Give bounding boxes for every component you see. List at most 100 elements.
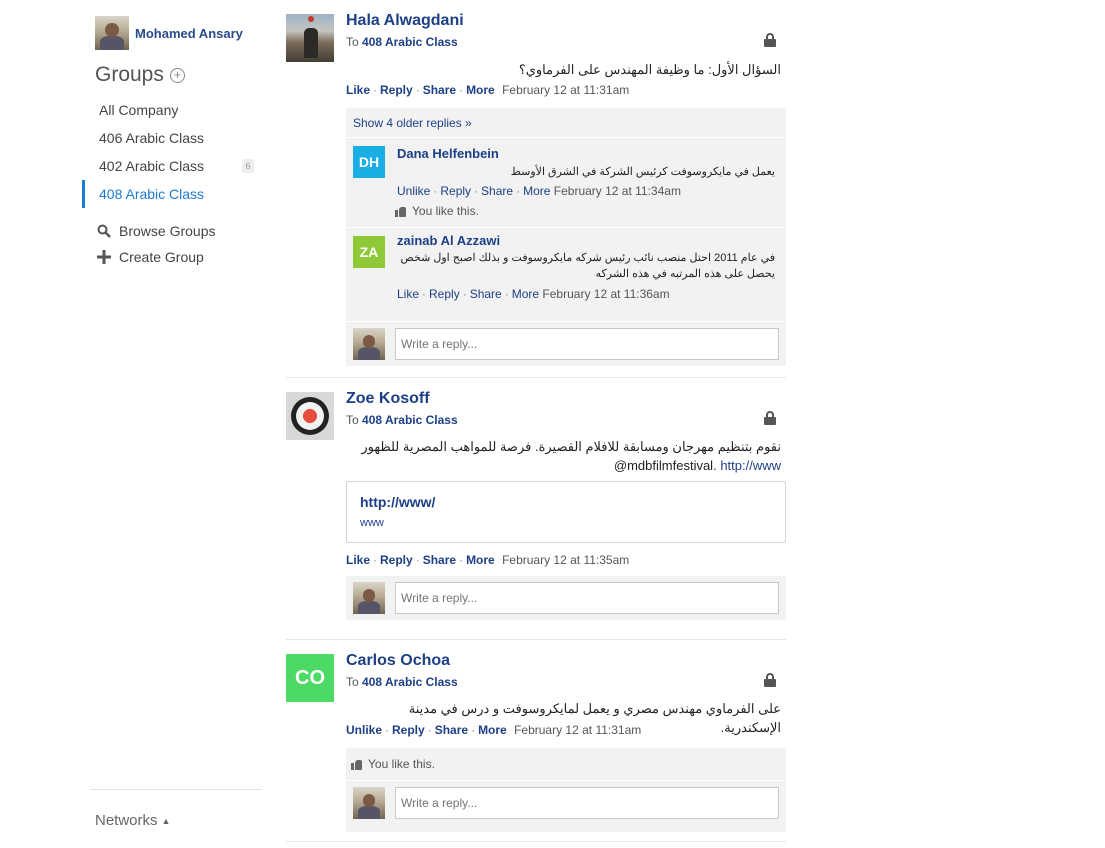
author-name[interactable]: Carlos Ochoa <box>346 652 450 670</box>
share-button[interactable]: Share <box>423 553 456 567</box>
add-group-icon[interactable]: + <box>169 67 185 83</box>
thread-carlos-ochoa: CO Carlos Ochoa To 408 Arabic Class على … <box>286 652 786 832</box>
reply-composer <box>346 576 786 620</box>
lock-icon <box>764 673 776 687</box>
browse-groups-label: Browse Groups <box>119 223 216 239</box>
group-link[interactable]: 408 Arabic Class <box>362 413 458 427</box>
user-name[interactable]: Mohamed Ansary <box>135 26 243 41</box>
timestamp[interactable]: February 12 at 11:35am <box>502 553 629 567</box>
like-button[interactable]: Like <box>346 553 370 567</box>
replies-panel: Show 4 older replies » DH Dana Helfenbei… <box>346 108 786 366</box>
avatar[interactable] <box>286 392 334 440</box>
group-link[interactable]: 408 Arabic Class <box>362 35 458 49</box>
reply-input[interactable] <box>395 787 779 819</box>
more-button[interactable]: More <box>466 83 495 97</box>
author-name[interactable]: Hala Alwagdani <box>346 12 464 30</box>
groups-heading: Groups + <box>95 63 185 87</box>
timestamp[interactable]: February 12 at 11:31am <box>514 723 641 737</box>
more-button[interactable]: More <box>512 287 539 301</box>
reply-button[interactable]: Reply <box>429 287 460 301</box>
thread-zoe-kosoff: Zoe Kosoff To 408 Arabic Class نقوم بتنظ… <box>286 390 786 628</box>
to-prefix: To <box>346 35 359 49</box>
message-line: @mdbfilmfestival. http://www <box>346 456 781 475</box>
share-button[interactable]: Share <box>481 184 513 198</box>
sidebar-item-402-arabic-class[interactable]: 402 Arabic Class 6 <box>82 152 262 180</box>
replies-panel <box>346 576 786 620</box>
timestamp[interactable]: February 12 at 11:34am <box>554 184 681 198</box>
current-user[interactable]: Mohamed Ansary <box>95 16 243 50</box>
avatar <box>353 328 385 360</box>
more-button[interactable]: More <box>466 553 495 567</box>
avatar[interactable]: CO <box>286 654 334 702</box>
reply-body-line: في عام 2011 احتل منصب نائب رئيس شركه ماي… <box>400 252 775 264</box>
sidebar-item-label: 406 Arabic Class <box>99 130 205 146</box>
more-button[interactable]: More <box>478 723 507 737</box>
reply-author-name[interactable]: Dana Helfenbein <box>397 146 499 161</box>
reply-button[interactable]: Reply <box>380 83 413 97</box>
reply-body-line: يحصل على هذه المرتبه في هذه الشركه <box>595 268 775 280</box>
sidebar-item-label: 408 Arabic Class <box>99 186 205 202</box>
message-actions: Like · Reply · Share · More February 12 at 11:… <box>346 83 630 97</box>
timestamp[interactable]: February 12 at 11:31am <box>502 83 629 97</box>
link-preview-host[interactable]: www <box>360 517 384 529</box>
divider <box>286 377 786 378</box>
like-button[interactable]: Like <box>346 83 370 97</box>
create-group-link[interactable]: Create Group <box>96 244 215 270</box>
avatar[interactable]: ZA <box>353 236 385 268</box>
sidebar-item-408-arabic-class[interactable]: 408 Arabic Class <box>82 180 262 208</box>
share-button[interactable]: Share <box>423 83 456 97</box>
reply-composer <box>346 781 786 825</box>
message-link[interactable]: http://www <box>720 458 781 473</box>
networks-menu[interactable]: Networks ▲ <box>95 812 170 829</box>
share-button[interactable]: Share <box>435 723 468 737</box>
share-button[interactable]: Share <box>470 287 502 301</box>
link-preview-card[interactable]: http://www/ www <box>346 481 786 543</box>
avatar[interactable] <box>286 14 334 62</box>
recipient-line: To 408 Arabic Class <box>346 675 458 689</box>
reply-button[interactable]: Reply <box>392 723 425 737</box>
message-body: نقوم بتنظيم مهرجان ومسابقة للافلام القصي… <box>346 437 781 475</box>
browse-groups-link[interactable]: Browse Groups <box>96 218 215 244</box>
sidebar-item-label: All Company <box>99 102 179 118</box>
group-list: All Company 406 Arabic Class 402 Arabic … <box>82 96 262 208</box>
reply-body: في عام 2011 احتل منصب نائب رئيس شركه ماي… <box>397 250 775 282</box>
likes-text: You like this. <box>368 757 435 771</box>
thumbs-up-icon <box>395 206 406 217</box>
to-prefix: To <box>346 413 359 427</box>
reply-button[interactable]: Reply <box>380 553 413 567</box>
likes-line: You like this. <box>351 757 435 771</box>
group-link[interactable]: 408 Arabic Class <box>362 675 458 689</box>
replies-panel: You like this. <box>346 748 786 832</box>
sidebar-item-406-arabic-class[interactable]: 406 Arabic Class <box>82 124 262 152</box>
avatar[interactable]: DH <box>353 146 385 178</box>
avatar <box>353 582 385 614</box>
reply-input[interactable] <box>395 582 779 614</box>
message-body: السؤال الأول: ما وظيفة المهندس على الفرم… <box>518 62 781 77</box>
unlike-button[interactable]: Unlike <box>346 723 382 737</box>
reply-dana-helfenbein: DH Dana Helfenbein يعمل في مايكروسوفت كر… <box>346 138 786 224</box>
likes-text: You like this. <box>412 204 479 218</box>
networks-label: Networks <box>95 812 158 829</box>
message-actions: Unlike · Reply · Share · More February 12 at 1… <box>346 723 642 737</box>
link-preview-title[interactable]: http://www/ <box>360 494 435 510</box>
reply-author-name[interactable]: zainab Al Azzawi <box>397 233 500 248</box>
reply-zainab-al-azzawi: ZA zainab Al Azzawi في عام 2011 احتل منص… <box>346 228 786 316</box>
avatar[interactable] <box>95 16 129 50</box>
sidebar: Mohamed Ansary Groups + All Company 406 … <box>82 0 262 848</box>
group-tools: Browse Groups Create Group <box>96 218 215 270</box>
more-button[interactable]: More <box>523 184 550 198</box>
message-line: نقوم بتنظيم مهرجان ومسابقة للافلام القصي… <box>361 439 781 454</box>
like-button[interactable]: Like <box>397 287 419 301</box>
message-actions: Like · Reply · Share · More February 12 at 11:… <box>346 553 630 567</box>
divider <box>286 639 786 640</box>
show-older-replies-link[interactable]: Show 4 older replies » <box>353 116 472 130</box>
timestamp[interactable]: February 12 at 11:36am <box>542 287 669 301</box>
likes-line: You like this. <box>395 204 479 218</box>
sidebar-item-all-company[interactable]: All Company <box>82 96 262 124</box>
reply-button[interactable]: Reply <box>440 184 471 198</box>
reply-input[interactable] <box>395 328 779 360</box>
lock-icon <box>764 33 776 47</box>
author-name[interactable]: Zoe Kosoff <box>346 390 430 408</box>
unlike-button[interactable]: Unlike <box>397 184 430 198</box>
search-icon <box>97 224 111 238</box>
